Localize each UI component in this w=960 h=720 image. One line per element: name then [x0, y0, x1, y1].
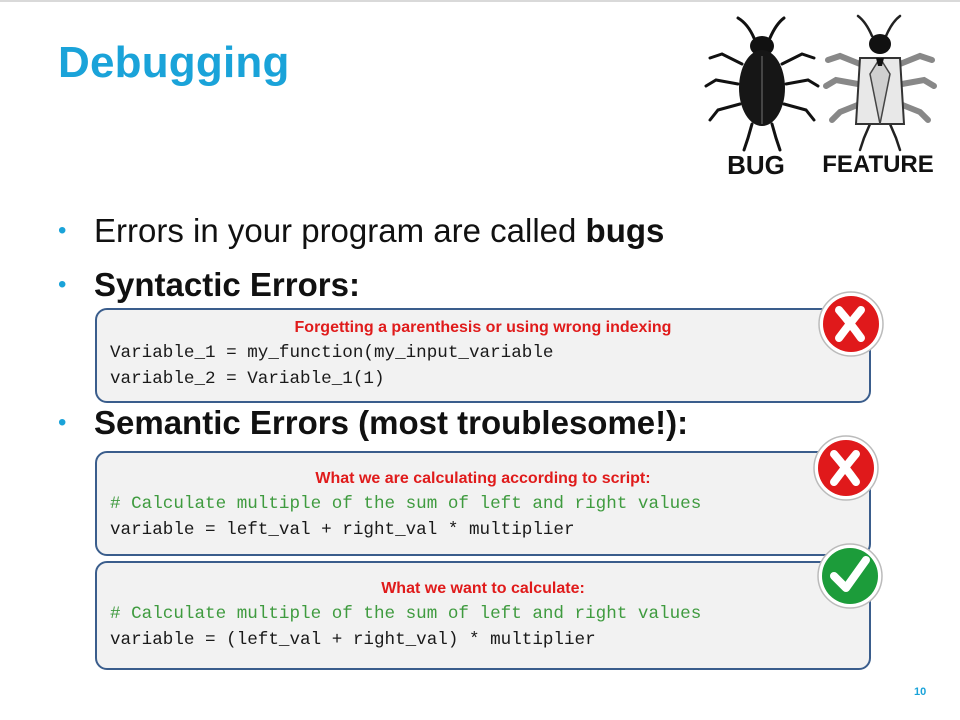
box-caption: What we want to calculate:	[381, 580, 585, 597]
semantic-wrong-box: What we are calculating according to scr…	[95, 451, 871, 556]
bullet-bold: Syntactic Errors:	[94, 266, 360, 303]
bullet-dot: •	[58, 217, 67, 244]
code-line: variable = (left_val + right_val) * mult…	[110, 630, 596, 650]
box-caption: Forgetting a parenthesis or using wrong …	[294, 319, 672, 336]
top-rule	[0, 0, 960, 2]
semantic-right-box: What we want to calculate: # Calculate m…	[95, 561, 871, 670]
code-line: Variable_1 = my_function(my_input_variab…	[110, 343, 554, 363]
bullet-bold: Semantic Errors (most troublesome!):	[94, 404, 689, 441]
code-comment: # Calculate multiple of the sum of left …	[110, 494, 702, 514]
code-line: variable_2 = Variable_1(1)	[110, 369, 385, 389]
check-mark-icon	[817, 543, 883, 609]
cross-mark-icon	[818, 291, 884, 357]
slide-title: Debugging	[58, 38, 290, 87]
bullet-semantic-errors: • Semantic Errors (most troublesome!):	[58, 404, 688, 442]
bullet-syntactic-errors: • Syntactic Errors:	[58, 266, 360, 304]
bug-label: BUG	[727, 150, 785, 180]
bullet-bugs: • Errors in your program are called bugs	[58, 212, 664, 250]
bullet-bold: bugs	[585, 212, 665, 249]
feature-label: FEATURE	[822, 151, 934, 178]
bug-feature-illustration: BUG FEATURE	[704, 14, 937, 180]
syntactic-error-box: Forgetting a parenthesis or using wrong …	[95, 308, 871, 403]
page-number: 10	[914, 686, 927, 698]
box-caption: What we are calculating according to scr…	[315, 470, 651, 487]
bullet-text: Errors in your program are called	[94, 212, 586, 249]
cross-mark-icon	[813, 435, 879, 501]
code-comment: # Calculate multiple of the sum of left …	[110, 604, 702, 624]
code-line: variable = left_val + right_val * multip…	[110, 520, 575, 540]
bullet-dot: •	[58, 271, 67, 298]
bullet-dot: •	[58, 409, 67, 436]
